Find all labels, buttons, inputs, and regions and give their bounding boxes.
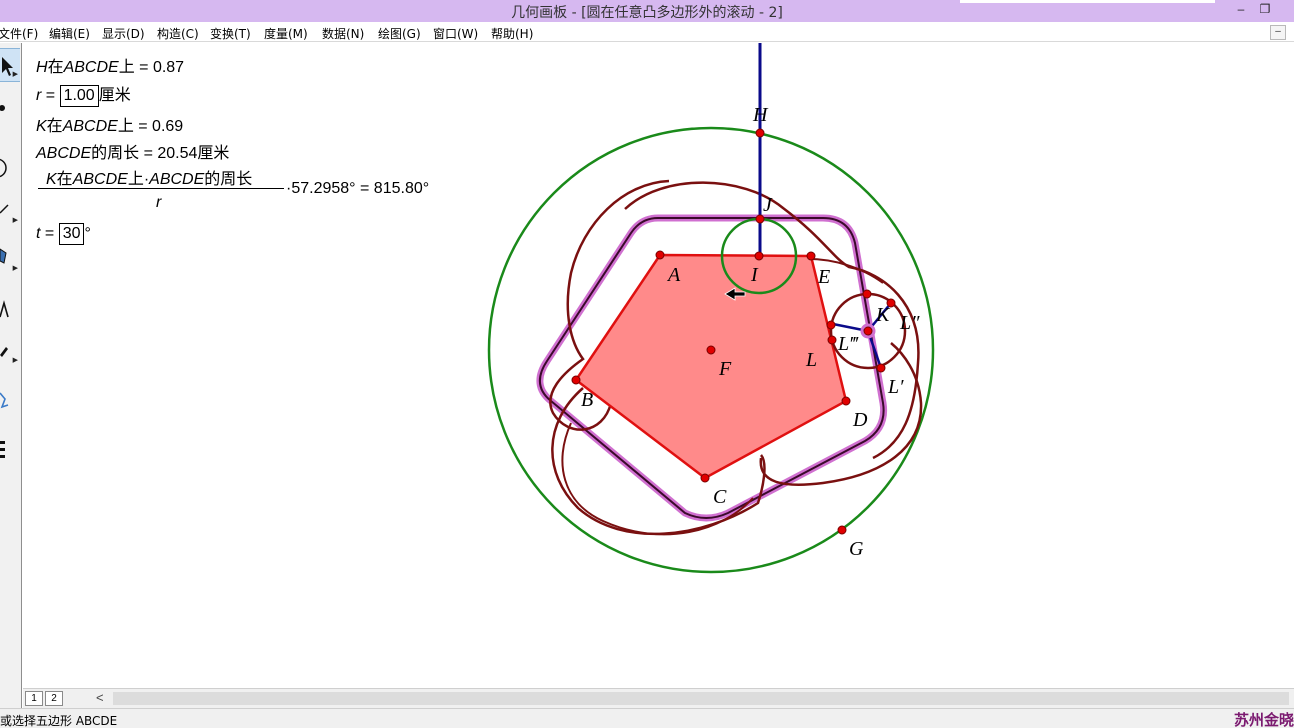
label-L: L [805, 349, 817, 371]
parameter-t-value[interactable]: 30 [58, 223, 85, 245]
parameter-t[interactable]: t = 30 ° [36, 223, 91, 245]
label-F: F [718, 358, 732, 380]
page-tab-1[interactable]: 1 [25, 691, 43, 706]
label-L3: L‴ [837, 333, 859, 355]
menu-display[interactable]: 显示(D) [102, 25, 145, 42]
point-L1[interactable] [876, 363, 886, 373]
parameter-r-value[interactable]: 1.00 [59, 84, 99, 107]
info-icon [0, 392, 9, 409]
menu-graph[interactable]: 绘图(G) [378, 25, 421, 42]
point-B[interactable] [571, 375, 581, 385]
point-G[interactable] [837, 525, 847, 535]
formula-result: ·57.2958° = 815.80° [286, 180, 430, 197]
parameter-r[interactable]: r = 1.00 厘米 [36, 81, 131, 107]
menu-file[interactable]: 文件(F) [0, 25, 38, 42]
document-minimize-button[interactable]: – [1270, 25, 1286, 40]
marker-tool[interactable]: ▶ [0, 333, 20, 367]
restore-button[interactable]: ❐ [1256, 2, 1274, 18]
menu-data[interactable]: 数据(N) [322, 25, 364, 42]
point-tool[interactable] [0, 91, 20, 125]
submenu-triangle-icon: ▶ [12, 217, 18, 224]
submenu-triangle-icon: ▶ [12, 71, 18, 78]
menu-edit[interactable]: 编辑(E) [49, 25, 90, 42]
minimize-button[interactable]: – [1232, 2, 1250, 18]
custom-tools-menu[interactable] [0, 433, 20, 467]
polygon-tool[interactable]: ▶ [0, 241, 20, 275]
status-bar: 或选择五边形 ABCDE 苏州金晓 [0, 708, 1294, 728]
point-E[interactable] [806, 251, 816, 261]
point-F[interactable] [706, 345, 716, 355]
page-tab-strip: 1 2 < [23, 688, 1294, 708]
straightedge-tool[interactable]: ▶ [0, 193, 20, 227]
text-a-icon [0, 300, 9, 318]
measure-perimeter[interactable]: ABCDE的周长 = 20.54厘米 [36, 139, 229, 163]
text-tool[interactable] [0, 293, 20, 327]
author-watermark: 苏州金晓 [1233, 711, 1294, 728]
title-bar: 几何画板 - [圆在任意凸多边形外的滚动 - 2] – ❐ [0, 0, 1294, 22]
information-tool[interactable] [0, 383, 20, 417]
menu-transform[interactable]: 变换(T) [210, 25, 251, 42]
menu-window[interactable]: 窗口(W) [433, 25, 478, 42]
point-tangent-top[interactable] [862, 289, 872, 299]
point-A[interactable] [655, 250, 665, 260]
menu-bar: 文件(F) 编辑(E) 显示(D) 构造(C) 变换(T) 度量(M) 数据(N… [0, 22, 1294, 42]
point-K[interactable] [863, 326, 873, 336]
scroll-left-icon[interactable]: < [96, 690, 104, 705]
label-D: D [852, 409, 868, 431]
point-J[interactable] [755, 214, 765, 224]
label-E: E [817, 266, 830, 288]
window-title: 几何画板 - [圆在任意凸多边形外的滚动 - 2] [511, 5, 783, 21]
label-L1: L′ [887, 376, 904, 398]
compass-circle-icon [0, 158, 7, 178]
menu-help[interactable]: 帮助(H) [491, 25, 533, 42]
label-H: H [752, 104, 769, 126]
point-I[interactable] [754, 251, 764, 261]
label-I: I [750, 264, 759, 286]
formula-numerator: K在ABCDE上·ABCDE的周长 [46, 171, 253, 188]
sketch-canvas[interactable]: A B C D E F G H I J K L L′ L″ L‴ H在ABCDE… [23, 43, 1294, 688]
horizontal-scrollbar[interactable] [113, 692, 1289, 705]
label-L2: L″ [899, 312, 920, 334]
measure-K-on-ABCDE[interactable]: K在ABCDE上 = 0.69 [36, 112, 183, 136]
point-L3[interactable] [826, 320, 836, 330]
status-message: 或选择五边形 ABCDE [0, 714, 118, 728]
label-B: B [581, 389, 593, 411]
point-L[interactable] [827, 335, 837, 345]
page-tab-2[interactable]: 2 [45, 691, 63, 706]
point-D[interactable] [841, 396, 851, 406]
compass-tool[interactable] [0, 151, 20, 185]
label-K: K [875, 304, 891, 326]
label-A: A [666, 264, 681, 286]
point-C[interactable] [700, 473, 710, 483]
calculation-angle[interactable]: K在ABCDE上·ABCDE的周长 r ·57.2958° = 815.80° [36, 165, 456, 215]
formula-denominator: r [156, 194, 162, 211]
label-J: J [763, 194, 773, 216]
point-H[interactable] [755, 128, 765, 138]
label-G: G [849, 538, 864, 560]
menu-construct[interactable]: 构造(C) [157, 25, 199, 42]
submenu-triangle-icon: ▶ [12, 265, 18, 272]
selection-arrow-tool[interactable]: ▶ [0, 48, 20, 82]
label-C: C [713, 486, 727, 508]
menu-measure[interactable]: 度量(M) [264, 25, 308, 42]
tool-palette: ▶ ▶ ▶ ▶ [0, 43, 22, 708]
measure-H-on-ABCDE[interactable]: H在ABCDE上 = 0.87 [36, 53, 184, 77]
point-icon [0, 105, 5, 111]
custom-tools-icon [0, 441, 5, 458]
fraction-bar [38, 188, 284, 189]
submenu-triangle-icon: ▶ [12, 357, 18, 364]
